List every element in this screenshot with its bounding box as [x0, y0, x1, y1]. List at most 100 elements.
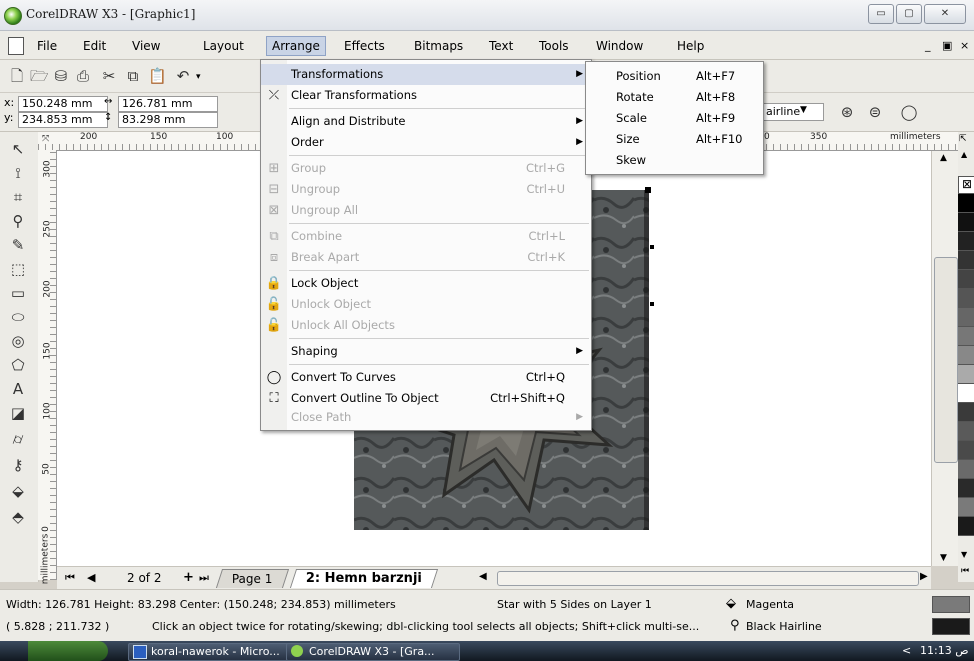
color-swatch[interactable]	[958, 403, 974, 422]
submenu-item-size[interactable]: Size Alt+F10	[586, 129, 763, 149]
menu-item-close-path[interactable]: Close Path ▶	[261, 407, 591, 428]
menu-help[interactable]: Help	[672, 37, 709, 55]
text-tool-icon[interactable]: A	[6, 378, 30, 400]
basic-shapes-tool-icon[interactable]: ⬠	[6, 354, 30, 376]
shape-tool-icon[interactable]: ⟟	[6, 162, 30, 184]
maximize-button[interactable]: ▢	[896, 4, 922, 24]
submenu-item-rotate[interactable]: Rotate Alt+F8	[586, 87, 763, 107]
menu-item-convert-outline[interactable]: ⛶ Convert Outline To Object Ctrl+Shift+Q	[261, 388, 591, 409]
fill-color-swatch[interactable]	[932, 596, 970, 613]
menu-effects[interactable]: Effects	[339, 37, 390, 55]
rectangle-tool-icon[interactable]: ▭	[6, 282, 30, 304]
scroll-thumb[interactable]	[934, 257, 958, 463]
first-page-icon[interactable]: ⏮	[65, 571, 75, 585]
freehand-tool-icon[interactable]: ✎	[6, 234, 30, 256]
color-swatch[interactable]	[958, 194, 974, 213]
menu-layout[interactable]: Layout	[198, 37, 249, 55]
color-swatch[interactable]	[958, 270, 974, 289]
undo-icon[interactable]: ↶	[174, 67, 192, 85]
menu-item-order[interactable]: Order ▶	[261, 132, 591, 153]
color-swatch[interactable]	[958, 365, 974, 384]
outline-width-select[interactable]: airline	[762, 103, 824, 121]
vertical-scrollbar[interactable]: ▲ ▼	[931, 151, 960, 566]
doc-restore-button[interactable]: ▣	[942, 39, 952, 52]
ruler-origin-icon[interactable]: ⤧	[42, 134, 49, 144]
h-scroll-thumb[interactable]	[497, 571, 919, 586]
color-swatch[interactable]	[958, 213, 974, 232]
copy-icon[interactable]: ⧉	[124, 67, 142, 85]
doc-minimize-button[interactable]: _	[925, 39, 931, 52]
minimize-button[interactable]: ▭	[868, 4, 894, 24]
no-color-swatch[interactable]: ⊠	[958, 176, 974, 194]
menu-file[interactable]: File	[32, 37, 62, 55]
chevron-down-icon[interactable]: ▼	[800, 105, 807, 115]
outline-color-swatch[interactable]	[932, 618, 970, 635]
add-page-icon[interactable]: +	[183, 570, 194, 585]
color-swatch[interactable]	[958, 384, 974, 403]
menu-item-clear-transformations[interactable]: ⤫ Clear Transformations	[261, 85, 591, 106]
color-swatch[interactable]	[958, 327, 974, 346]
doc-close-button[interactable]: ×	[960, 39, 969, 52]
menu-item-unlock-all[interactable]: 🔓 Unlock All Objects	[261, 315, 591, 336]
menu-window[interactable]: Window	[591, 37, 648, 55]
crop-tool-icon[interactable]: ⌗	[6, 186, 30, 208]
prev-page-icon[interactable]: ◀	[87, 571, 95, 584]
selection-handle[interactable]	[645, 187, 651, 193]
new-icon[interactable]: 🗋	[8, 67, 26, 85]
menu-bitmaps[interactable]: Bitmaps	[409, 37, 468, 55]
menu-arrange[interactable]: Arrange	[266, 36, 326, 56]
color-swatch[interactable]	[958, 422, 974, 441]
task-coreldraw[interactable]: CorelDRAW X3 - [Gra...	[286, 643, 460, 661]
menu-item-lock-object[interactable]: 🔒 Lock Object	[261, 273, 591, 294]
pick-tool-icon[interactable]: ↖	[6, 138, 30, 160]
menu-item-transformations[interactable]: Transformations ▶	[261, 64, 591, 85]
color-swatch[interactable]	[958, 460, 974, 479]
x-position-input[interactable]: 150.248 mm	[18, 96, 108, 112]
submenu-item-position[interactable]: Position Alt+F7	[586, 66, 763, 86]
color-swatch[interactable]	[958, 308, 974, 327]
undo-dropdown-icon[interactable]: ▾	[196, 72, 201, 82]
menu-view[interactable]: View	[127, 37, 165, 55]
tab-page-1[interactable]: Page 1	[215, 569, 289, 588]
color-swatch[interactable]	[958, 346, 974, 365]
menu-tools[interactable]: Tools	[534, 37, 574, 55]
fill-tool-icon[interactable]: ⬙	[6, 480, 30, 502]
palette-scroll-up-icon[interactable]: ▲	[961, 150, 967, 159]
save-icon[interactable]: ⛁	[52, 67, 70, 85]
color-swatch[interactable]	[958, 498, 974, 517]
color-swatch[interactable]	[958, 517, 974, 536]
scroll-up-icon[interactable]: ▲	[940, 153, 947, 163]
menu-item-group[interactable]: ⊞ Group Ctrl+G	[261, 158, 591, 179]
outline-pen-icon[interactable]: ◯	[900, 103, 918, 121]
scroll-left-icon[interactable]: ◀	[479, 571, 487, 582]
color-swatch[interactable]	[958, 289, 974, 308]
tray-chevron-icon[interactable]: <	[902, 644, 911, 657]
close-button[interactable]: ✕	[924, 4, 966, 24]
color-swatch[interactable]	[958, 251, 974, 270]
outline-tool-icon[interactable]: ⚷	[6, 454, 30, 476]
spiral-tool-icon[interactable]: ◎	[6, 330, 30, 352]
menu-text[interactable]: Text	[484, 37, 518, 55]
smart-fill-tool-icon[interactable]: ⬚	[6, 258, 30, 280]
scroll-right-icon[interactable]: ▶	[920, 571, 928, 582]
palette-expand-icon[interactable]: ⏮	[961, 566, 969, 576]
menu-item-ungroup-all[interactable]: ⊠ Ungroup All	[261, 200, 591, 221]
tab-page-2[interactable]: 2: Hemn barznji	[289, 569, 439, 588]
selection-handle[interactable]	[650, 245, 654, 249]
y-position-input[interactable]: 234.853 mm	[18, 112, 108, 128]
color-swatch[interactable]	[958, 479, 974, 498]
open-icon[interactable]: 🗁	[30, 67, 49, 85]
color-swatch[interactable]	[958, 441, 974, 460]
interactive-fill-tool-icon[interactable]: ⬘	[6, 506, 30, 528]
menu-item-align-distribute[interactable]: Align and Distribute ▶	[261, 111, 591, 132]
menu-item-shaping[interactable]: Shaping ▶	[261, 341, 591, 362]
start-button[interactable]	[28, 641, 108, 661]
menu-item-ungroup[interactable]: ⊟ Ungroup Ctrl+U	[261, 179, 591, 200]
color-swatch[interactable]	[958, 232, 974, 251]
menu-edit[interactable]: Edit	[78, 37, 111, 55]
interactive-tool-icon[interactable]: ◪	[6, 402, 30, 424]
convert-icon[interactable]: ⊜	[866, 103, 884, 121]
task-word[interactable]: koral-nawerok - Micro...	[128, 643, 302, 661]
paste-icon[interactable]: 📋	[148, 67, 167, 85]
submenu-item-scale[interactable]: Scale Alt+F9	[586, 108, 763, 128]
